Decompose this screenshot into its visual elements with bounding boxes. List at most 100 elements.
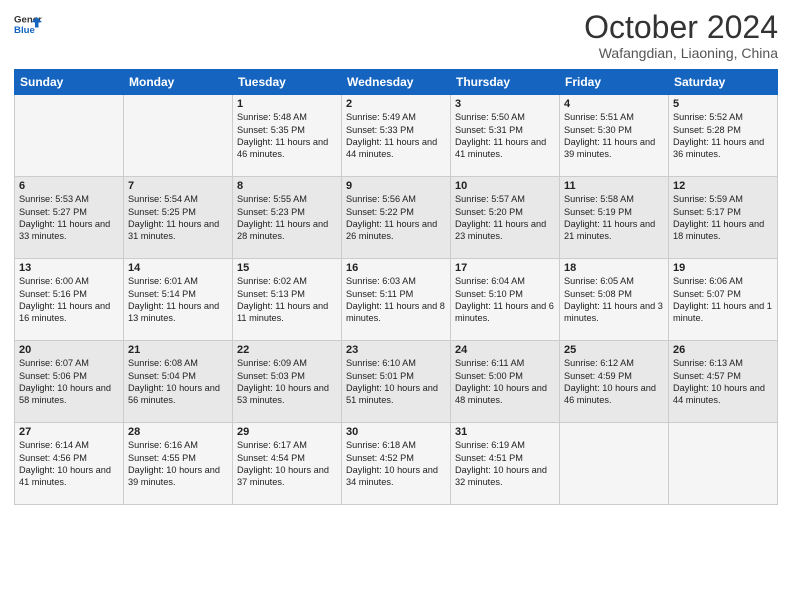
day-info: Sunrise: 6:18 AM Sunset: 4:52 PM Dayligh… bbox=[346, 439, 446, 489]
day-info: Sunrise: 5:57 AM Sunset: 5:20 PM Dayligh… bbox=[455, 193, 555, 243]
day-info: Sunrise: 6:10 AM Sunset: 5:01 PM Dayligh… bbox=[346, 357, 446, 407]
day-info: Sunrise: 5:56 AM Sunset: 5:22 PM Dayligh… bbox=[346, 193, 446, 243]
day-number: 9 bbox=[346, 180, 446, 192]
day-number: 15 bbox=[237, 262, 337, 274]
calendar-cell: 18Sunrise: 6:05 AM Sunset: 5:08 PM Dayli… bbox=[560, 259, 669, 341]
col-sunday: Sunday bbox=[15, 70, 124, 95]
calendar-cell: 11Sunrise: 5:58 AM Sunset: 5:19 PM Dayli… bbox=[560, 177, 669, 259]
calendar-cell: 30Sunrise: 6:18 AM Sunset: 4:52 PM Dayli… bbox=[342, 423, 451, 505]
calendar-week-5: 27Sunrise: 6:14 AM Sunset: 4:56 PM Dayli… bbox=[15, 423, 778, 505]
calendar-cell: 9Sunrise: 5:56 AM Sunset: 5:22 PM Daylig… bbox=[342, 177, 451, 259]
day-info: Sunrise: 5:59 AM Sunset: 5:17 PM Dayligh… bbox=[673, 193, 773, 243]
day-info: Sunrise: 5:48 AM Sunset: 5:35 PM Dayligh… bbox=[237, 111, 337, 161]
col-friday: Friday bbox=[560, 70, 669, 95]
day-info: Sunrise: 6:02 AM Sunset: 5:13 PM Dayligh… bbox=[237, 275, 337, 325]
header-row: Sunday Monday Tuesday Wednesday Thursday… bbox=[15, 70, 778, 95]
day-info: Sunrise: 5:54 AM Sunset: 5:25 PM Dayligh… bbox=[128, 193, 228, 243]
calendar-cell: 29Sunrise: 6:17 AM Sunset: 4:54 PM Dayli… bbox=[233, 423, 342, 505]
calendar-cell bbox=[669, 423, 778, 505]
day-number: 29 bbox=[237, 426, 337, 438]
location: Wafangdian, Liaoning, China bbox=[584, 45, 778, 61]
calendar-body: 1Sunrise: 5:48 AM Sunset: 5:35 PM Daylig… bbox=[15, 95, 778, 505]
day-number: 13 bbox=[19, 262, 119, 274]
day-info: Sunrise: 5:52 AM Sunset: 5:28 PM Dayligh… bbox=[673, 111, 773, 161]
day-number: 30 bbox=[346, 426, 446, 438]
calendar-cell: 19Sunrise: 6:06 AM Sunset: 5:07 PM Dayli… bbox=[669, 259, 778, 341]
day-number: 23 bbox=[346, 344, 446, 356]
day-info: Sunrise: 6:13 AM Sunset: 4:57 PM Dayligh… bbox=[673, 357, 773, 407]
day-info: Sunrise: 5:50 AM Sunset: 5:31 PM Dayligh… bbox=[455, 111, 555, 161]
day-number: 25 bbox=[564, 344, 664, 356]
day-number: 17 bbox=[455, 262, 555, 274]
day-number: 2 bbox=[346, 98, 446, 110]
day-number: 24 bbox=[455, 344, 555, 356]
day-info: Sunrise: 6:12 AM Sunset: 4:59 PM Dayligh… bbox=[564, 357, 664, 407]
day-info: Sunrise: 6:05 AM Sunset: 5:08 PM Dayligh… bbox=[564, 275, 664, 325]
day-info: Sunrise: 6:07 AM Sunset: 5:06 PM Dayligh… bbox=[19, 357, 119, 407]
day-number: 26 bbox=[673, 344, 773, 356]
day-info: Sunrise: 6:16 AM Sunset: 4:55 PM Dayligh… bbox=[128, 439, 228, 489]
logo: General Blue bbox=[14, 10, 42, 38]
calendar-cell: 4Sunrise: 5:51 AM Sunset: 5:30 PM Daylig… bbox=[560, 95, 669, 177]
calendar-cell: 31Sunrise: 6:19 AM Sunset: 4:51 PM Dayli… bbox=[451, 423, 560, 505]
calendar-cell: 1Sunrise: 5:48 AM Sunset: 5:35 PM Daylig… bbox=[233, 95, 342, 177]
header: General Blue October 2024 Wafangdian, Li… bbox=[14, 10, 778, 61]
calendar-cell: 28Sunrise: 6:16 AM Sunset: 4:55 PM Dayli… bbox=[124, 423, 233, 505]
calendar-cell: 23Sunrise: 6:10 AM Sunset: 5:01 PM Dayli… bbox=[342, 341, 451, 423]
calendar-cell: 16Sunrise: 6:03 AM Sunset: 5:11 PM Dayli… bbox=[342, 259, 451, 341]
day-info: Sunrise: 5:58 AM Sunset: 5:19 PM Dayligh… bbox=[564, 193, 664, 243]
calendar-week-2: 6Sunrise: 5:53 AM Sunset: 5:27 PM Daylig… bbox=[15, 177, 778, 259]
col-tuesday: Tuesday bbox=[233, 70, 342, 95]
day-info: Sunrise: 5:55 AM Sunset: 5:23 PM Dayligh… bbox=[237, 193, 337, 243]
calendar-cell: 25Sunrise: 6:12 AM Sunset: 4:59 PM Dayli… bbox=[560, 341, 669, 423]
calendar-cell: 22Sunrise: 6:09 AM Sunset: 5:03 PM Dayli… bbox=[233, 341, 342, 423]
day-info: Sunrise: 6:04 AM Sunset: 5:10 PM Dayligh… bbox=[455, 275, 555, 325]
day-info: Sunrise: 6:09 AM Sunset: 5:03 PM Dayligh… bbox=[237, 357, 337, 407]
calendar-cell: 26Sunrise: 6:13 AM Sunset: 4:57 PM Dayli… bbox=[669, 341, 778, 423]
col-saturday: Saturday bbox=[669, 70, 778, 95]
day-number: 11 bbox=[564, 180, 664, 192]
calendar-cell: 24Sunrise: 6:11 AM Sunset: 5:00 PM Dayli… bbox=[451, 341, 560, 423]
calendar-cell: 17Sunrise: 6:04 AM Sunset: 5:10 PM Dayli… bbox=[451, 259, 560, 341]
calendar-cell: 10Sunrise: 5:57 AM Sunset: 5:20 PM Dayli… bbox=[451, 177, 560, 259]
day-info: Sunrise: 6:17 AM Sunset: 4:54 PM Dayligh… bbox=[237, 439, 337, 489]
day-number: 19 bbox=[673, 262, 773, 274]
calendar-cell: 3Sunrise: 5:50 AM Sunset: 5:31 PM Daylig… bbox=[451, 95, 560, 177]
day-number: 14 bbox=[128, 262, 228, 274]
calendar-week-4: 20Sunrise: 6:07 AM Sunset: 5:06 PM Dayli… bbox=[15, 341, 778, 423]
calendar-cell: 6Sunrise: 5:53 AM Sunset: 5:27 PM Daylig… bbox=[15, 177, 124, 259]
day-number: 28 bbox=[128, 426, 228, 438]
calendar-week-1: 1Sunrise: 5:48 AM Sunset: 5:35 PM Daylig… bbox=[15, 95, 778, 177]
calendar-cell: 12Sunrise: 5:59 AM Sunset: 5:17 PM Dayli… bbox=[669, 177, 778, 259]
calendar-table: Sunday Monday Tuesday Wednesday Thursday… bbox=[14, 69, 778, 505]
col-monday: Monday bbox=[124, 70, 233, 95]
calendar-cell bbox=[560, 423, 669, 505]
day-number: 16 bbox=[346, 262, 446, 274]
calendar-week-3: 13Sunrise: 6:00 AM Sunset: 5:16 PM Dayli… bbox=[15, 259, 778, 341]
day-info: Sunrise: 6:03 AM Sunset: 5:11 PM Dayligh… bbox=[346, 275, 446, 325]
day-number: 12 bbox=[673, 180, 773, 192]
day-number: 5 bbox=[673, 98, 773, 110]
day-info: Sunrise: 6:01 AM Sunset: 5:14 PM Dayligh… bbox=[128, 275, 228, 325]
calendar-cell: 14Sunrise: 6:01 AM Sunset: 5:14 PM Dayli… bbox=[124, 259, 233, 341]
svg-text:Blue: Blue bbox=[14, 25, 35, 36]
day-number: 4 bbox=[564, 98, 664, 110]
logo-icon: General Blue bbox=[14, 10, 42, 38]
calendar-cell: 2Sunrise: 5:49 AM Sunset: 5:33 PM Daylig… bbox=[342, 95, 451, 177]
calendar-cell: 27Sunrise: 6:14 AM Sunset: 4:56 PM Dayli… bbox=[15, 423, 124, 505]
day-info: Sunrise: 5:49 AM Sunset: 5:33 PM Dayligh… bbox=[346, 111, 446, 161]
col-wednesday: Wednesday bbox=[342, 70, 451, 95]
day-number: 8 bbox=[237, 180, 337, 192]
month-title: October 2024 bbox=[584, 10, 778, 45]
title-block: October 2024 Wafangdian, Liaoning, China bbox=[584, 10, 778, 61]
calendar-cell: 13Sunrise: 6:00 AM Sunset: 5:16 PM Dayli… bbox=[15, 259, 124, 341]
day-number: 27 bbox=[19, 426, 119, 438]
day-number: 3 bbox=[455, 98, 555, 110]
day-number: 22 bbox=[237, 344, 337, 356]
day-info: Sunrise: 6:19 AM Sunset: 4:51 PM Dayligh… bbox=[455, 439, 555, 489]
day-number: 18 bbox=[564, 262, 664, 274]
day-number: 6 bbox=[19, 180, 119, 192]
calendar-cell: 7Sunrise: 5:54 AM Sunset: 5:25 PM Daylig… bbox=[124, 177, 233, 259]
main-container: General Blue October 2024 Wafangdian, Li… bbox=[0, 0, 792, 511]
day-info: Sunrise: 6:14 AM Sunset: 4:56 PM Dayligh… bbox=[19, 439, 119, 489]
